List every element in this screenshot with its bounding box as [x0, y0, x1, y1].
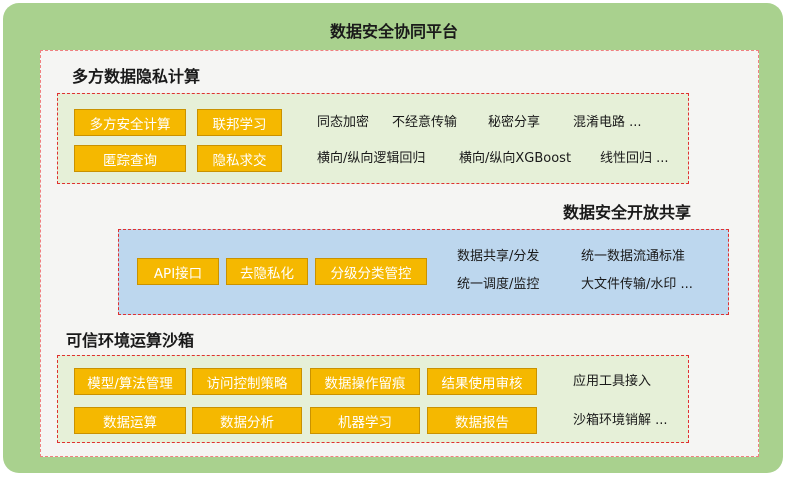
- privacy-label-he: 同态加密: [317, 115, 370, 130]
- sharing-chip-classification: 分级分类管控: [315, 258, 427, 285]
- privacy-label-ot: 不经意传输: [392, 115, 458, 130]
- sharing-section-title: 数据安全开放共享: [563, 203, 692, 222]
- sharing-label-transfer: 大文件传输/水印 ...: [581, 277, 693, 292]
- sharing-chip-api: API接口: [137, 258, 219, 285]
- sandbox-chip-access: 访问控制策略: [192, 368, 302, 395]
- sandbox-label-destroy: 沙箱环境销解 ...: [573, 413, 668, 428]
- sharing-label-schedule: 统一调度/监控: [457, 277, 540, 292]
- sandbox-chip-result-review: 结果使用审核: [427, 368, 537, 395]
- privacy-label-gc: 混淆电路 ...: [573, 115, 642, 130]
- sandbox-chip-model: 模型/算法管理: [74, 368, 186, 395]
- platform-title: 数据安全协同平台: [329, 22, 458, 41]
- sandbox-chip-compute: 数据运算: [74, 407, 186, 434]
- sandbox-label-tools: 应用工具接入: [573, 374, 652, 389]
- sandbox-chip-ml: 机器学习: [310, 407, 420, 434]
- privacy-label-ss: 秘密分享: [488, 115, 541, 130]
- privacy-section-title: 多方数据隐私计算: [72, 67, 201, 86]
- sandbox-chip-analysis: 数据分析: [192, 407, 302, 434]
- sharing-label-share: 数据共享/分发: [457, 249, 540, 264]
- privacy-chip-psi: 隐私求交: [197, 145, 282, 172]
- privacy-label-lr: 横向/纵向逻辑回归: [317, 151, 426, 166]
- privacy-label-xgb: 横向/纵向XGBoost: [459, 151, 572, 166]
- sharing-chip-deidentify: 去隐私化: [226, 258, 308, 285]
- privacy-label-linreg: 线性回归 ...: [600, 151, 669, 166]
- privacy-chip-mpc: 多方安全计算: [74, 109, 186, 136]
- privacy-chip-pir: 匿踪查询: [74, 145, 186, 172]
- sandbox-chip-audit-trail: 数据操作留痕: [310, 368, 420, 395]
- privacy-chip-federated: 联邦学习: [197, 109, 282, 136]
- sandbox-section-title: 可信环境运算沙箱: [66, 331, 195, 350]
- sharing-label-standard: 统一数据流通标准: [581, 249, 686, 264]
- sandbox-chip-report: 数据报告: [427, 407, 537, 434]
